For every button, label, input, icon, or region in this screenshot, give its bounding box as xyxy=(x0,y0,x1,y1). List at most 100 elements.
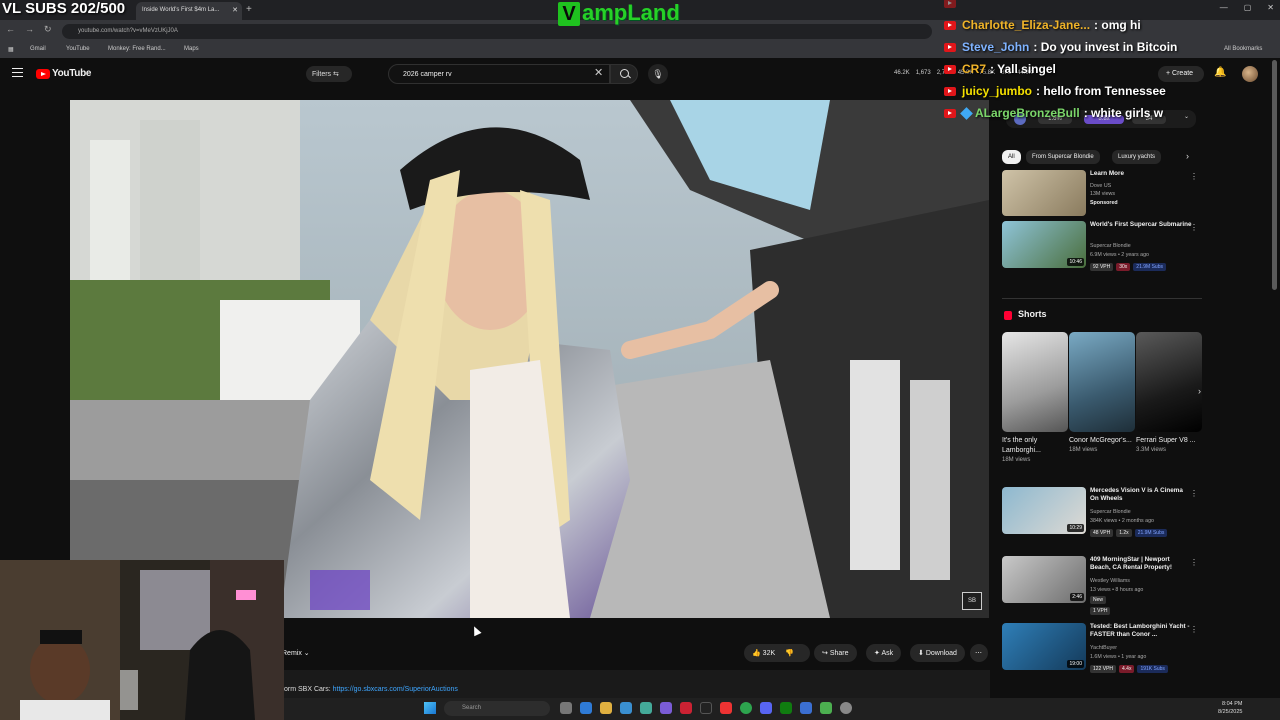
task-view-icon[interactable] xyxy=(560,702,572,714)
chrome-icon[interactable] xyxy=(740,702,752,714)
badge: 92 VPH xyxy=(1090,263,1114,271)
taskbar-app-icon[interactable] xyxy=(800,702,812,714)
chip-from-channel[interactable]: From Supercar Blondie xyxy=(1026,150,1100,164)
shorts-next-icon[interactable]: › xyxy=(1198,386,1201,396)
browser-tab[interactable]: Inside World's First $4m La... ✕ xyxy=(136,2,242,20)
thumbs-up-icon: 👍 xyxy=(752,650,761,657)
video-thumbnail[interactable] xyxy=(1002,170,1086,216)
hamburger-menu-icon[interactable] xyxy=(12,68,23,77)
video-title[interactable]: 409 MorningStar | Newport Beach, CA Rent… xyxy=(1090,556,1192,572)
more-options-icon[interactable]: ⋮ xyxy=(1190,625,1198,634)
edge-icon[interactable] xyxy=(580,702,592,714)
bookmark-gmail[interactable]: Gmail xyxy=(30,46,46,52)
short-views: 3.3M views xyxy=(1136,447,1167,453)
chip-all[interactable]: All xyxy=(1002,150,1021,164)
search-button[interactable] xyxy=(610,64,638,84)
like-button[interactable]: 👍 32K 👎 xyxy=(744,644,810,662)
back-icon[interactable]: ← xyxy=(6,24,15,35)
taskbar-app-icon[interactable] xyxy=(680,702,692,714)
chat-username: ALargeBronzeBull xyxy=(975,106,1080,120)
close-tab-icon[interactable]: ✕ xyxy=(232,6,238,14)
bookmark-maps[interactable]: Maps xyxy=(184,46,199,52)
chat-text: : hello from Tennessee xyxy=(1036,84,1166,98)
video-player[interactable] xyxy=(70,100,989,618)
tiktok-icon[interactable] xyxy=(700,702,712,714)
forward-icon[interactable]: → xyxy=(25,24,34,35)
remix-button[interactable]: Remix ⌄ xyxy=(280,644,318,662)
start-button[interactable] xyxy=(424,702,436,714)
taskbar-clock[interactable]: 8:04 PM 8/25/2025 xyxy=(1218,700,1242,716)
video-thumbnail[interactable]: 2:46 xyxy=(1002,556,1086,603)
taskbar-app-icon[interactable] xyxy=(820,702,832,714)
download-button[interactable]: ⬇ Download xyxy=(910,644,965,662)
file-explorer-icon[interactable] xyxy=(600,702,612,714)
video-badges: 92 VPH 30x 21.9M Subs xyxy=(1090,263,1166,271)
badge: 48 VPH xyxy=(1090,529,1114,537)
sidebar-video[interactable]: 2:46 409 MorningStar | Newport Beach, CA… xyxy=(1002,556,1202,615)
description-link[interactable]: https://go.sbxcars.com/SuperiorAuctions xyxy=(333,686,458,693)
taskbar-app-icon[interactable] xyxy=(660,702,672,714)
ask-button[interactable]: ✦ Ask xyxy=(866,644,902,662)
video-title[interactable]: World's First Supercar Submarine xyxy=(1090,221,1192,229)
chat-text: : omg hi xyxy=(1094,18,1141,32)
video-title[interactable]: Learn More xyxy=(1090,170,1192,178)
chevron-right-icon[interactable]: › xyxy=(1186,151,1189,161)
more-options-icon[interactable]: ⋮ xyxy=(1190,489,1198,498)
more-options-icon[interactable]: ⋮ xyxy=(1190,223,1198,232)
thumbs-down-icon[interactable]: 👎 xyxy=(785,650,794,657)
taskbar-app-icon[interactable] xyxy=(840,702,852,714)
chat-message: Steve_John : Do you invest in Bitcoin xyxy=(944,36,1280,58)
clear-search-icon[interactable]: ✕ xyxy=(594,66,603,79)
short-title[interactable]: Conor McGregor's... xyxy=(1069,436,1135,446)
sidebar-video[interactable]: 19:00 Tested: Best Lamborghini Yacht - F… xyxy=(1002,623,1202,673)
video-title[interactable]: Mercedes Vision V is A Cinema On Wheels xyxy=(1090,487,1192,503)
video-thumbnail[interactable]: 10:29 xyxy=(1002,487,1086,534)
short-card[interactable]: Ferrari Super V8 ... 3.3M views xyxy=(1136,332,1202,453)
video-title[interactable]: Tested: Best Lamborghini Yacht - FASTER … xyxy=(1090,623,1192,639)
youtube-chat-icon xyxy=(944,0,956,8)
bookmark-monkey[interactable]: Monkey: Free Rand... xyxy=(108,46,166,52)
xbox-icon[interactable] xyxy=(780,702,792,714)
badge: 30x xyxy=(1116,263,1131,271)
short-thumbnail[interactable] xyxy=(1069,332,1135,432)
short-thumbnail[interactable] xyxy=(1136,332,1202,432)
taskbar-app-icon[interactable] xyxy=(640,702,652,714)
taskbar-app-icon[interactable] xyxy=(620,702,632,714)
discord-icon[interactable] xyxy=(760,702,772,714)
short-card[interactable]: It's the only Lamborghi... 18M views xyxy=(1002,332,1068,463)
taskbar-search[interactable]: Search xyxy=(444,701,550,716)
more-options-icon[interactable]: ⋮ xyxy=(1190,172,1198,181)
youtube-logo-icon[interactable] xyxy=(36,69,50,79)
taskbar-app-icon[interactable] xyxy=(720,702,732,714)
video-thumbnail[interactable]: 19:00 xyxy=(1002,623,1086,670)
short-title[interactable]: It's the only Lamborghi... xyxy=(1002,436,1068,456)
chat-text: : Do you invest in Bitcoin xyxy=(1033,40,1178,54)
sidebar-video[interactable]: Learn More Dove US 13M views Sponsored ⋮ xyxy=(1002,170,1202,218)
apps-icon[interactable]: ▦ xyxy=(8,46,14,53)
share-button[interactable]: ↪ Share xyxy=(814,644,857,662)
search-input[interactable]: 2026 camper rv xyxy=(388,64,610,84)
reload-icon[interactable]: ↻ xyxy=(44,24,52,35)
sidebar-video[interactable]: 10:46 World's First Supercar Submarine S… xyxy=(1002,221,1202,271)
short-card[interactable]: Conor McGregor's... 18M views xyxy=(1069,332,1135,453)
new-tab-icon[interactable]: + xyxy=(246,4,252,15)
clock-date: 8/25/2025 xyxy=(1218,709,1243,715)
sidebar-video[interactable]: 10:29 Mercedes Vision V is A Cinema On W… xyxy=(1002,487,1202,537)
address-bar[interactable]: youtube.com/watch?v=vMeVzUKjJ0A xyxy=(62,24,932,39)
youtube-brand[interactable]: YouTube xyxy=(52,68,92,79)
shorts-icon xyxy=(1004,311,1012,320)
like-count: 32K xyxy=(762,650,776,657)
more-options-icon[interactable]: ⋮ xyxy=(1190,558,1198,567)
short-title[interactable]: Ferrari Super V8 ... xyxy=(1136,436,1202,446)
chip-luxury-yachts[interactable]: Luxury yachts xyxy=(1112,150,1162,164)
more-actions-icon[interactable]: ⋯ xyxy=(970,644,988,662)
sponsored-label: Sponsored xyxy=(1090,200,1118,206)
chat-username: Steve_John xyxy=(962,40,1030,54)
video-meta: 13 views • 8 hours ago xyxy=(1090,587,1144,593)
filters-button[interactable]: Filters ⇆ xyxy=(306,66,352,82)
short-thumbnail[interactable] xyxy=(1002,332,1068,432)
microphone-icon[interactable]: 🎙 xyxy=(648,64,668,84)
bookmark-youtube[interactable]: YouTube xyxy=(66,46,90,52)
video-description[interactable]: orm SBX Cars: https://go.sbxcars.com/Sup… xyxy=(280,670,990,698)
video-thumbnail[interactable]: 10:46 xyxy=(1002,221,1086,268)
